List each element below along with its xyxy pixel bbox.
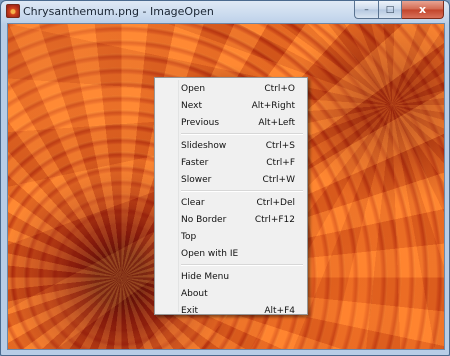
menu-item-shortcut: Alt+Left: [258, 117, 295, 128]
menu-item-label: Faster: [181, 157, 209, 168]
menu-item-shortcut: Ctrl+W: [262, 174, 295, 185]
menu-item-shortcut: Ctrl+S: [265, 140, 295, 151]
menu-item-shortcut: Alt+F4: [264, 305, 295, 316]
menu-item-shortcut: Ctrl+F12: [254, 214, 295, 225]
menu-item-faster[interactable]: Faster Ctrl+F: [157, 154, 305, 171]
menu-item-label: Open with IE: [181, 248, 239, 259]
menu-item-label: Clear: [181, 197, 205, 208]
menu-item-top[interactable]: Top: [157, 228, 305, 245]
close-icon: x: [418, 3, 427, 16]
menu-item-next[interactable]: Next Alt+Right: [157, 97, 305, 114]
menu-item-label: About: [181, 288, 208, 299]
close-button[interactable]: x: [402, 1, 444, 19]
caption-buttons: – □ x: [354, 1, 444, 19]
menu-item-label: Hide Menu: [181, 271, 230, 282]
menu-list: Open Ctrl+O Next Alt+Right Previous Alt+Left S…: [157, 80, 305, 319]
image-app-icon[interactable]: [6, 4, 20, 18]
menu-item-slideshow[interactable]: Slideshow Ctrl+S: [157, 137, 305, 154]
menu-item-label: Open: [181, 83, 206, 94]
menu-item-label: Previous: [181, 117, 220, 128]
menu-item-shortcut: Alt+Right: [251, 100, 295, 111]
maximize-button[interactable]: □: [378, 1, 402, 19]
menu-item-open[interactable]: Open Ctrl+O: [157, 80, 305, 97]
menu-item-slower[interactable]: Slower Ctrl+W: [157, 171, 305, 188]
window-title: Chrysanthemum.png - ImageOpen: [23, 5, 214, 18]
maximize-icon: □: [385, 4, 395, 15]
menu-item-shortcut: Ctrl+F: [266, 157, 295, 168]
menu-item-label: Top: [181, 231, 197, 242]
menu-item-hide-menu[interactable]: Hide Menu: [157, 268, 305, 285]
context-menu: Open Ctrl+O Next Alt+Right Previous Alt+Left S…: [154, 77, 308, 316]
menu-item-shortcut: Ctrl+O: [264, 83, 295, 94]
menu-item-no-border[interactable]: No Border Ctrl+F12: [157, 211, 305, 228]
menu-item-label: Exit: [181, 305, 199, 316]
menu-item-open-with-ie[interactable]: Open with IE: [157, 245, 305, 262]
menu-item-label: Slideshow: [181, 140, 227, 151]
menu-item-about[interactable]: About: [157, 285, 305, 302]
menu-item-label: Next: [181, 100, 202, 111]
menu-item-label: Slower: [181, 174, 212, 185]
menu-item-previous[interactable]: Previous Alt+Left: [157, 114, 305, 131]
menu-item-exit[interactable]: Exit Alt+F4: [157, 302, 305, 319]
minimize-button[interactable]: –: [354, 1, 378, 19]
minimize-icon: –: [364, 4, 369, 15]
menu-item-label: No Border: [181, 214, 227, 225]
title-bar[interactable]: Chrysanthemum.png - ImageOpen – □ x: [1, 1, 449, 23]
menu-item-clear[interactable]: Clear Ctrl+Del: [157, 194, 305, 211]
menu-item-shortcut: Ctrl+Del: [256, 197, 295, 208]
